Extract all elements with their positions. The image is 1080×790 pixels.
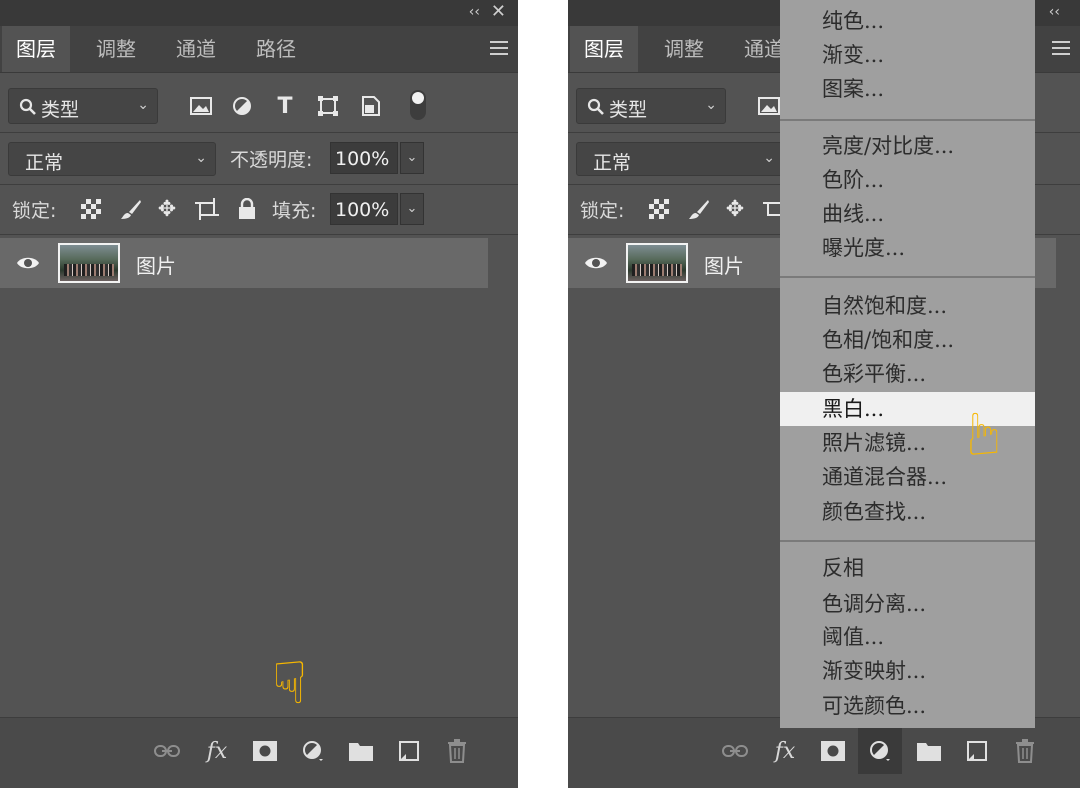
image-filter-icon[interactable]: [186, 91, 216, 121]
new-layer-icon[interactable]: [394, 736, 424, 766]
lock-position-icon[interactable]: ✥: [152, 194, 182, 224]
lock-transparent-pixels-icon[interactable]: [76, 194, 106, 224]
opacity-chevron-icon[interactable]: ⌄: [400, 142, 424, 174]
shape-filter-icon[interactable]: [313, 91, 343, 121]
menu-divider: [780, 540, 1035, 542]
layer-thumbnail: [58, 243, 120, 283]
filter-type-label: 类型: [41, 99, 80, 121]
link-layers-icon[interactable]: [152, 736, 182, 766]
layers-panel-left: ‹‹ ✕ 图层 调整 通道 路径 类型 ⌄ T 正常 ⌄ 不透明度: 100%: [0, 0, 518, 788]
tab-layers[interactable]: 图层: [2, 26, 70, 72]
fill-label: 填充:: [272, 200, 317, 222]
pointing-hand-icon: ☟: [272, 649, 308, 717]
layer-row[interactable]: 图片: [0, 238, 488, 288]
menu-item-exposure[interactable]: 曝光度...: [780, 231, 1035, 265]
menu-item-curves[interactable]: 曲线...: [780, 197, 1035, 231]
panel-menu-icon[interactable]: [490, 41, 508, 59]
new-layer-icon[interactable]: [962, 736, 992, 766]
tab-layers[interactable]: 图层: [570, 26, 638, 72]
layer-thumbnail: [626, 243, 688, 283]
menu-item-levels[interactable]: 色阶...: [780, 163, 1035, 197]
new-adjustment-layer-icon[interactable]: [858, 728, 902, 774]
tab-paths[interactable]: 路径: [242, 26, 310, 72]
delete-layer-icon[interactable]: [442, 736, 472, 766]
menu-item-selective-color[interactable]: 可选颜色...: [780, 689, 1035, 723]
chevron-down-icon: ⌄: [705, 97, 717, 114]
opacity-label: 不透明度:: [230, 149, 313, 171]
layer-filter-dropdown[interactable]: 类型 ⌄: [576, 88, 726, 124]
fx-icon[interactable]: fx: [770, 736, 800, 766]
blend-mode-dropdown[interactable]: 正常 ⌄: [576, 142, 784, 176]
new-group-icon[interactable]: [346, 736, 376, 766]
fill-chevron-icon[interactable]: ⌄: [400, 193, 424, 225]
menu-item-brightness-contrast[interactable]: 亮度/对比度...: [780, 129, 1035, 163]
type-filter-icon[interactable]: T: [270, 91, 300, 121]
blend-mode-value: 正常: [25, 152, 64, 174]
blend-mode-dropdown[interactable]: 正常 ⌄: [8, 142, 216, 176]
lock-label: 锁定:: [580, 200, 625, 222]
lock-position-icon[interactable]: ✥: [720, 194, 750, 224]
menu-item-solid-color[interactable]: 纯色...: [780, 4, 1035, 38]
menu-item-color-lookup[interactable]: 颜色查找...: [780, 495, 1035, 529]
new-group-icon[interactable]: [914, 736, 944, 766]
menu-item-threshold[interactable]: 阈值...: [780, 620, 1035, 654]
lock-artboard-icon[interactable]: [192, 194, 222, 224]
menu-divider: [780, 276, 1035, 278]
menu-item-hue-saturation[interactable]: 色相/饱和度...: [780, 323, 1035, 357]
link-layers-icon[interactable]: [720, 736, 750, 766]
tab-adjustments[interactable]: 调整: [650, 26, 718, 72]
panel-titlebar: ‹‹ ✕: [0, 0, 518, 26]
fx-icon[interactable]: fx: [202, 736, 232, 766]
blend-mode-value: 正常: [593, 152, 632, 174]
chevron-down-icon: ⌄: [763, 150, 775, 167]
menu-item-pattern[interactable]: 图案...: [780, 72, 1035, 106]
adjustment-filter-icon[interactable]: [227, 91, 257, 121]
add-mask-icon[interactable]: [818, 736, 848, 766]
panel-tabs: 图层 调整 通道 路径: [0, 26, 518, 73]
tab-adjustments[interactable]: 调整: [82, 26, 150, 72]
add-mask-icon[interactable]: [250, 736, 280, 766]
close-icon[interactable]: ✕: [491, 1, 506, 22]
chevron-down-icon: ⌄: [137, 97, 149, 114]
layer-filter-dropdown[interactable]: 类型 ⌄: [8, 88, 158, 124]
search-icon: [587, 98, 604, 115]
collapse-icon[interactable]: ‹‹: [1049, 4, 1060, 20]
adjustment-layer-menu: 纯色... 渐变... 图案... 亮度/对比度... 色阶... 曲线... …: [780, 0, 1035, 728]
filter-type-label: 类型: [609, 99, 648, 121]
pointing-hand-icon: ☟: [966, 399, 1002, 467]
collapse-icon[interactable]: ‹‹: [469, 4, 480, 20]
lock-label: 锁定:: [12, 200, 57, 222]
lock-transparent-pixels-icon[interactable]: [644, 194, 674, 224]
menu-item-posterize[interactable]: 色调分离...: [780, 587, 1035, 621]
opacity-input[interactable]: 100%: [330, 142, 398, 174]
new-adjustment-layer-icon[interactable]: [298, 736, 328, 766]
delete-layer-icon[interactable]: [1010, 736, 1040, 766]
layer-name[interactable]: 图片: [704, 250, 744, 279]
layer-name[interactable]: 图片: [136, 250, 176, 279]
menu-divider: [780, 119, 1035, 121]
menu-item-color-balance[interactable]: 色彩平衡...: [780, 357, 1035, 391]
eye-icon[interactable]: [16, 253, 40, 273]
menu-item-gradient[interactable]: 渐变...: [780, 38, 1035, 72]
tab-channels[interactable]: 通道: [162, 26, 230, 72]
fill-input[interactable]: 100%: [330, 193, 398, 225]
chevron-down-icon: ⌄: [195, 150, 207, 167]
smart-object-filter-icon[interactable]: [356, 91, 386, 121]
eye-icon[interactable]: [584, 253, 608, 273]
panel-bottom-bar: fx: [0, 717, 518, 788]
lock-image-pixels-icon[interactable]: [684, 194, 714, 224]
search-icon: [19, 98, 36, 115]
panel-menu-icon[interactable]: [1052, 41, 1070, 59]
lock-all-icon[interactable]: [232, 194, 262, 224]
menu-item-vibrance[interactable]: 自然饱和度...: [780, 289, 1035, 323]
filter-toggle-icon[interactable]: [410, 90, 426, 120]
menu-item-invert[interactable]: 反相: [780, 551, 1035, 585]
menu-item-gradient-map[interactable]: 渐变映射...: [780, 654, 1035, 688]
lock-image-pixels-icon[interactable]: [116, 194, 146, 224]
